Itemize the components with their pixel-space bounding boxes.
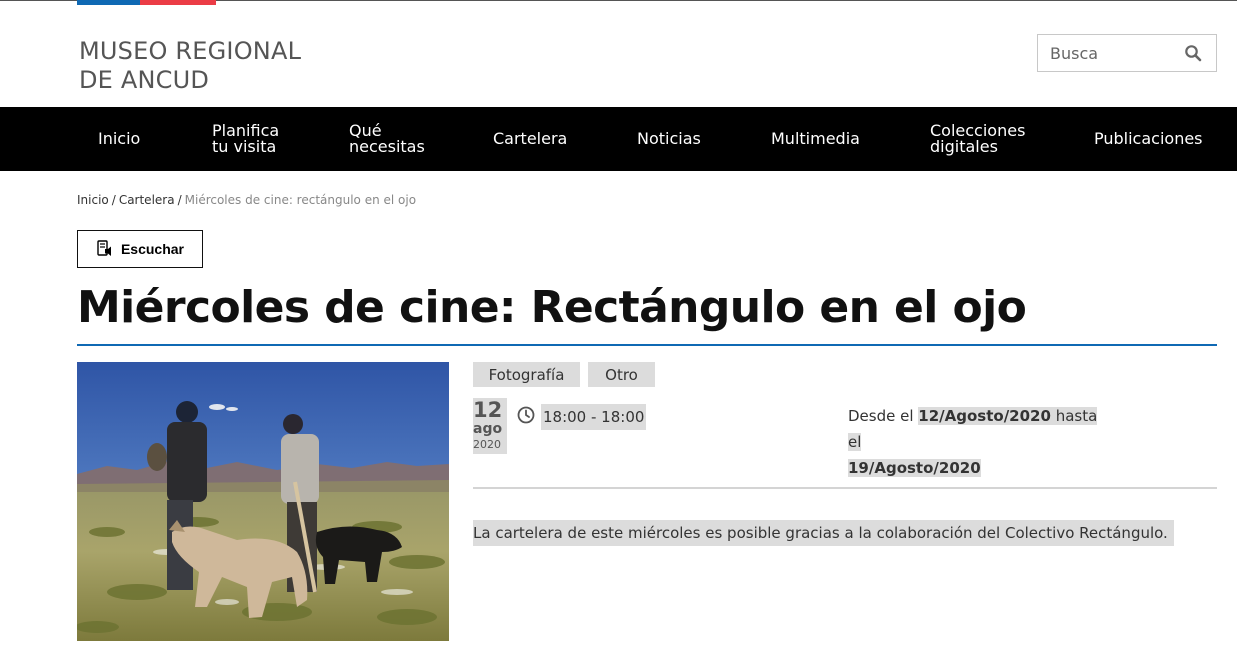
nav-label: Noticias: [637, 129, 701, 148]
nav-item-cartelera[interactable]: Cartelera: [493, 107, 567, 171]
nav-item-publicaciones[interactable]: Publicaciones: [1094, 107, 1203, 171]
search-input[interactable]: [1038, 35, 1178, 71]
nav-item-multimedia[interactable]: Multimedia: [771, 107, 860, 171]
nav-item-noticias[interactable]: Noticias: [637, 107, 701, 171]
range-to-date: 19/Agosto/2020: [848, 459, 981, 477]
listen-label: Escuchar: [120, 241, 185, 257]
nav-item-inicio[interactable]: Inicio: [98, 107, 140, 171]
event-date: 12 ago 2020: [473, 398, 507, 454]
search-icon[interactable]: [1184, 44, 1202, 62]
logo-line-2: DE ANCUD: [79, 66, 210, 94]
page-title: Miércoles de cine: Rectángulo en el ojo: [77, 282, 1027, 333]
tag-otro[interactable]: Otro: [588, 362, 655, 387]
event-time: 18:00 - 18:00: [541, 404, 647, 430]
clock-icon: [517, 406, 535, 424]
breadcrumb-current: Miércoles de cine: rectángulo en el ojo: [184, 193, 417, 207]
breadcrumb-separator: /: [111, 193, 116, 207]
event-description: La cartelera de este miércoles es posibl…: [473, 520, 1174, 546]
nav-item-colecciones[interactable]: Colecciones digitales: [930, 107, 1025, 171]
info-divider: [473, 487, 1217, 489]
nav-label-line2: necesitas: [349, 137, 425, 156]
nav-item-planifica[interactable]: Planifica tu visita: [212, 107, 279, 171]
range-from-date: 12/Agosto/2020: [918, 407, 1051, 425]
tag-label: Otro: [605, 365, 638, 384]
flag-blue-segment: [77, 0, 140, 5]
nav-label-line2: tu visita: [212, 137, 277, 156]
speaker-icon: [97, 240, 111, 256]
site-logo[interactable]: MUSEO REGIONAL DE ANCUD: [79, 37, 301, 95]
tag-label: Fotografía: [488, 365, 565, 384]
search-box: [1037, 34, 1217, 72]
nav-label: Publicaciones: [1094, 129, 1203, 148]
event-date-range: Desde el 12/Agosto/2020 hasta el 19/Agos…: [848, 403, 1108, 481]
tag-fotografia[interactable]: Fotografía: [473, 362, 580, 387]
breadcrumb-home-link[interactable]: Inicio: [77, 193, 109, 207]
main-navigation: Inicio Planifica tu visita Qué necesitas…: [0, 107, 1237, 171]
nav-label-line2: digitales: [930, 137, 998, 156]
date-month: ago: [473, 422, 507, 436]
breadcrumb: Inicio / Cartelera / Miércoles de cine: rect…: [77, 193, 416, 207]
nav-label: Cartelera: [493, 129, 568, 148]
gov-flag-bar: [77, 0, 216, 5]
event-photo: [77, 362, 449, 641]
nav-item-que-necesitas[interactable]: Qué necesitas: [349, 107, 425, 171]
breadcrumb-separator: /: [177, 193, 182, 207]
title-divider: [77, 344, 1217, 346]
date-day: 12: [473, 398, 507, 422]
logo-line-1: MUSEO REGIONAL: [79, 37, 302, 65]
breadcrumb-section-link[interactable]: Cartelera: [119, 193, 175, 207]
nav-label: Multimedia: [771, 129, 860, 148]
range-from-label: Desde el: [848, 407, 914, 425]
nav-label: Inicio: [98, 129, 141, 148]
date-year: 2020: [473, 436, 507, 454]
flag-red-segment: [140, 0, 216, 5]
listen-button[interactable]: Escuchar: [77, 230, 203, 268]
